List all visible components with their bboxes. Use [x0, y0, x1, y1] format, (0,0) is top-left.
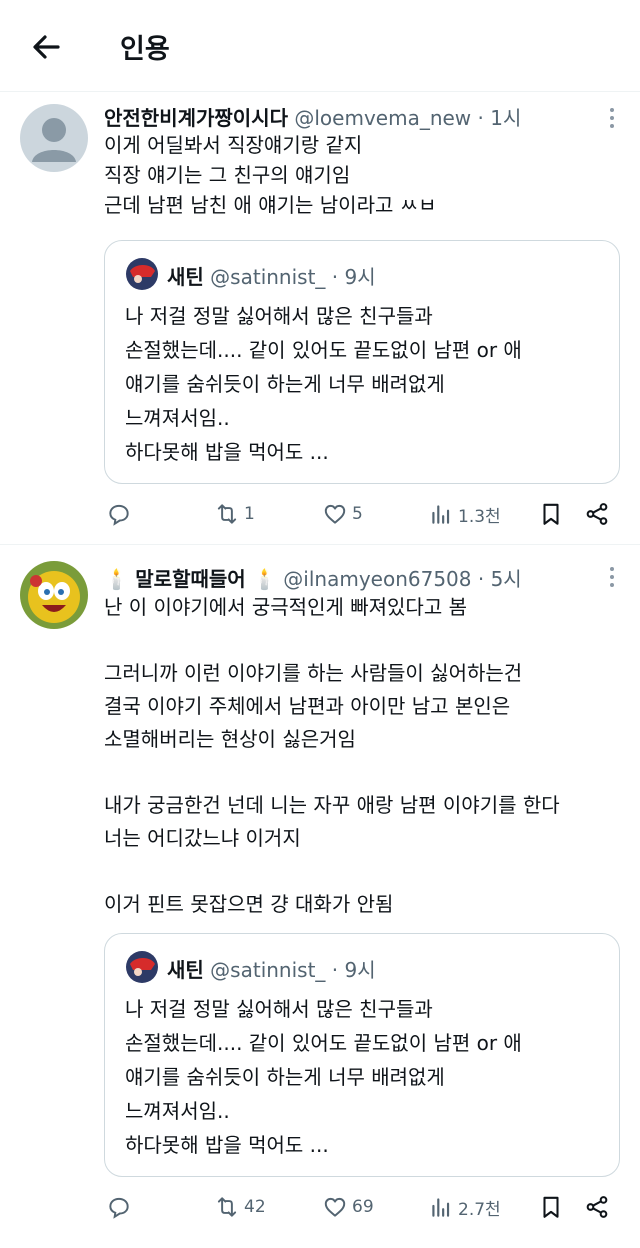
user-handle[interactable]: @ilnamyeon67508	[283, 567, 471, 591]
quote-handle: @satinnist_	[210, 958, 326, 982]
quote-text: 나 저걸 정말 싫어해서 많은 친구들과 손절했는데.... 같이 있어도 끝도…	[125, 299, 522, 469]
share-button[interactable]	[584, 1187, 610, 1227]
reply-icon	[109, 1197, 129, 1219]
text-line: 하다못해 밥을 먹어도 ...	[125, 1133, 329, 1157]
tweet-header: 🕯️ 말로할때들어 🕯️ @ilnamyeon67508 · 5시	[104, 563, 522, 592]
views-icon	[432, 1198, 450, 1217]
quote-display-name: 새틴	[167, 958, 204, 982]
text-line: 얘기를 숨쉬듯이 하는게 너무 배려없게	[125, 1065, 445, 1089]
share-icon	[586, 503, 608, 525]
retweet-count: 42	[244, 1197, 266, 1217]
retweet-icon	[217, 504, 237, 524]
text-line: 하다못해 밥을 먹어도 ...	[125, 440, 329, 464]
heart-icon	[324, 1197, 346, 1217]
bookmark-button[interactable]	[538, 494, 564, 534]
timestamp[interactable]: 1시	[490, 106, 521, 130]
view-count: 2.7천	[458, 1199, 501, 1220]
text-line: 느껴져서임..	[125, 406, 230, 430]
separator-dot: ·	[331, 265, 339, 289]
user-handle[interactable]: @loemvema_new	[294, 106, 471, 130]
bookmark-button[interactable]	[538, 1187, 564, 1227]
text-line: 나 저걸 정말 싫어해서 많은 친구들과	[125, 997, 433, 1021]
heart-icon	[324, 504, 346, 524]
text-line: 손절했는데.... 같이 있어도 끝도없이 남편 or 애	[125, 1031, 522, 1055]
back-arrow-icon[interactable]	[28, 28, 66, 66]
quoted-tweet[interactable]: 새틴 @satinnist_ · 9시 나 저걸 정말 싫어해서 많은 친구들과…	[104, 240, 620, 484]
action-bar: 42 69 2.7천	[104, 1187, 620, 1227]
like-count: 69	[352, 1197, 374, 1217]
reply-icon	[109, 504, 129, 526]
retweet-button[interactable]: 1	[214, 494, 255, 534]
text-line: 이게 어딜봐서 직장얘기랑 같지	[104, 133, 363, 157]
more-options-icon[interactable]	[608, 108, 616, 132]
tweet[interactable]: 🕯️ 말로할때들어 🕯️ @ilnamyeon67508 · 5시 난 이 이야…	[0, 544, 640, 1248]
share-button[interactable]	[584, 494, 610, 534]
text-line: 나 저걸 정말 싫어해서 많은 친구들과	[125, 304, 433, 328]
quote-display-name: 새틴	[167, 265, 204, 289]
action-bar: 1 5 1.3천	[104, 494, 620, 534]
like-button[interactable]: 69	[322, 1187, 374, 1227]
quote-avatar	[125, 950, 159, 984]
bookmark-icon	[543, 1196, 559, 1218]
retweet-button[interactable]: 42	[214, 1187, 266, 1227]
text-line: 이거 핀트 못잡으면 걍 대화가 안됨	[104, 892, 394, 916]
text-line: 직장 얘기는 그 친구의 얘기임	[104, 163, 351, 187]
display-name[interactable]: 안전한비계가짱이시다	[104, 106, 288, 130]
text-line: 난 이 이야기에서 궁극적인게 빠져있다고 봄	[104, 595, 467, 619]
quote-header: 새틴 @satinnist_ · 9시	[167, 954, 376, 983]
separator-dot: ·	[477, 106, 484, 130]
avatar[interactable]	[20, 104, 88, 172]
reply-button[interactable]	[106, 494, 132, 534]
text-line: 근데 남편 남친 애 얘기는 남이라고 ㅆㅂ	[104, 193, 437, 217]
tweet-header: 안전한비계가짱이시다 @loemvema_new · 1시	[104, 102, 521, 131]
timestamp[interactable]: 5시	[491, 567, 522, 591]
separator-dot: ·	[477, 567, 485, 591]
text-line: 소멸해버리는 현상이 싫은거임	[104, 727, 356, 751]
more-options-icon[interactable]	[608, 567, 616, 591]
separator-dot: ·	[331, 958, 339, 982]
like-button[interactable]: 5	[322, 494, 363, 534]
quote-avatar	[125, 257, 159, 291]
tweet-text: 이게 어딜봐서 직장얘기랑 같지 직장 얘기는 그 친구의 얘기임 근데 남편 …	[104, 130, 437, 220]
views-icon	[432, 505, 450, 524]
like-count: 5	[352, 504, 363, 524]
reply-button[interactable]	[106, 1187, 132, 1227]
candle-icon: 🕯️	[104, 567, 129, 591]
quoted-tweet[interactable]: 새틴 @satinnist_ · 9시 나 저걸 정말 싫어해서 많은 친구들과…	[104, 933, 620, 1177]
bookmark-icon	[543, 503, 559, 525]
quote-handle: @satinnist_	[210, 265, 326, 289]
quote-text: 나 저걸 정말 싫어해서 많은 친구들과 손절했는데.... 같이 있어도 끝도…	[125, 992, 522, 1162]
top-bar: 인용	[0, 0, 640, 92]
share-icon	[586, 1196, 608, 1218]
avatar[interactable]	[20, 561, 88, 629]
text-line: 느껴져서임..	[125, 1099, 230, 1123]
quote-timestamp: 9시	[344, 265, 376, 289]
retweet-icon	[217, 1197, 237, 1217]
tweet-text: 난 이 이야기에서 궁극적인게 빠져있다고 봄 그러니까 이런 이야기를 하는 …	[104, 591, 560, 921]
candle-icon: 🕯️	[252, 567, 277, 591]
text-line: 그러니까 이런 이야기를 하는 사람들이 싫어하는건	[104, 661, 523, 685]
text-line: 내가 궁금한건 넌데 니는 자꾸 애랑 남편 이야기를 한다	[104, 793, 560, 817]
page-title: 인용	[120, 34, 170, 65]
text-line: 결국 이야기 주체에서 남편과 아이만 남고 본인은	[104, 694, 511, 718]
quote-timestamp: 9시	[344, 958, 376, 982]
text-line: 너는 어디갔느냐 이거지	[104, 826, 301, 850]
text-line: 얘기를 숨쉬듯이 하는게 너무 배려없게	[125, 372, 445, 396]
views-button[interactable]: 2.7천	[428, 1187, 501, 1227]
text-line: 손절했는데.... 같이 있어도 끝도없이 남편 or 애	[125, 338, 522, 362]
view-count: 1.3천	[458, 506, 501, 527]
quote-header: 새틴 @satinnist_ · 9시	[167, 261, 376, 290]
display-name[interactable]: 말로할때들어	[135, 567, 245, 591]
tweet[interactable]: 안전한비계가짱이시다 @loemvema_new · 1시 이게 어딜봐서 직장…	[0, 92, 640, 544]
retweet-count: 1	[244, 504, 255, 524]
views-button[interactable]: 1.3천	[428, 494, 501, 534]
